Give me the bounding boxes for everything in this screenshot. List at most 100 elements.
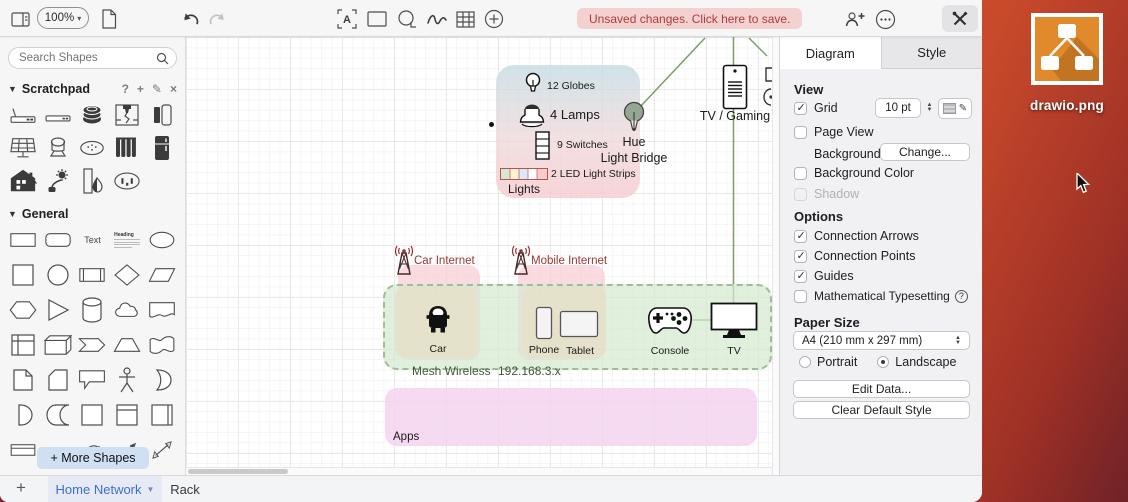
- shape-callout[interactable]: [75, 367, 110, 393]
- shape-card[interactable]: [41, 367, 76, 393]
- add-page-button[interactable]: +: [16, 478, 26, 498]
- shape-disk-stack[interactable]: [75, 102, 110, 128]
- share-person-add-icon[interactable]: [844, 8, 866, 30]
- scratchpad-add-icon[interactable]: +: [137, 83, 144, 95]
- shape-and[interactable]: [6, 402, 41, 428]
- shape-internal-storage[interactable]: [6, 332, 41, 358]
- shape-search-box[interactable]: [8, 47, 177, 69]
- landscape-radio[interactable]: [877, 356, 890, 368]
- shape-cube[interactable]: [41, 332, 76, 358]
- rectangle-tool-icon[interactable]: [366, 8, 388, 30]
- general-section-header[interactable]: ▼ General: [8, 207, 177, 221]
- shape-hexagon[interactable]: [6, 297, 41, 323]
- tab-diagram[interactable]: Diagram: [780, 37, 882, 69]
- apps-zone[interactable]: Apps: [385, 388, 757, 446]
- grid-size-stepper[interactable]: ▲ ▼: [924, 98, 935, 118]
- shape-plain-square[interactable]: [75, 402, 110, 428]
- page-view-checkbox[interactable]: [794, 125, 807, 139]
- car-node[interactable]: [424, 303, 452, 335]
- grid-color-button[interactable]: ✎: [938, 98, 972, 119]
- shape-data-storage[interactable]: [41, 402, 76, 428]
- mobile-internet-node[interactable]: [511, 245, 531, 275]
- more-shapes-button[interactable]: + More Shapes: [37, 447, 149, 469]
- tv-node[interactable]: [710, 302, 758, 340]
- table-tool-icon[interactable]: [454, 8, 476, 30]
- shape-or[interactable]: [144, 367, 179, 393]
- shape-process[interactable]: [75, 262, 110, 288]
- grid-size-input[interactable]: [875, 98, 921, 118]
- shape-cylinder[interactable]: [75, 297, 110, 323]
- freehand-tool-icon[interactable]: [426, 8, 448, 30]
- shape-text[interactable]: Text: [75, 227, 110, 253]
- scratchpad-help-icon[interactable]: ?: [122, 83, 129, 95]
- shape-container[interactable]: [110, 402, 145, 428]
- shape-triangle[interactable]: [41, 297, 76, 323]
- connection-points-checkbox[interactable]: [794, 249, 807, 263]
- shape-fridge[interactable]: [144, 135, 179, 161]
- drawio-file-icon[interactable]: drawio.png: [1022, 13, 1112, 113]
- shape-wall-dimmer[interactable]: [144, 102, 179, 128]
- tab-style[interactable]: Style: [881, 37, 982, 69]
- shape-parallelogram[interactable]: [144, 262, 179, 288]
- scrollbar-handle[interactable]: [188, 469, 288, 474]
- shape-horizontal-container[interactable]: [6, 437, 41, 463]
- page-tab-home-network[interactable]: Home Network ▼: [48, 476, 162, 502]
- shape-textbox[interactable]: Heading: [110, 227, 145, 253]
- shape-power-outlet[interactable]: [110, 168, 145, 194]
- guides-checkbox[interactable]: [794, 269, 807, 283]
- math-typesetting-checkbox[interactable]: [794, 289, 807, 303]
- phone-node[interactable]: [535, 306, 553, 340]
- tablet-node[interactable]: [559, 310, 599, 338]
- scratchpad-close-icon[interactable]: ×: [170, 83, 177, 95]
- redo-icon[interactable]: [207, 8, 229, 30]
- shape-trapezoid[interactable]: [110, 332, 145, 358]
- undo-icon[interactable]: [179, 8, 201, 30]
- change-background-button[interactable]: Change...: [880, 143, 970, 161]
- zoom-level-dropdown[interactable]: 100% ▾: [37, 7, 89, 29]
- shape-smoke-detector[interactable]: [75, 135, 110, 161]
- shadow-checkbox[interactable]: [794, 187, 807, 201]
- connection-arrows-checkbox[interactable]: [794, 229, 807, 243]
- shape-door-leak-sensor[interactable]: [75, 168, 110, 194]
- add-shape-icon[interactable]: [483, 8, 505, 30]
- portrait-radio[interactable]: [799, 356, 811, 368]
- scratchpad-edit-icon[interactable]: ✎: [152, 83, 162, 95]
- shape-rounded-rectangle[interactable]: [41, 227, 76, 253]
- edit-data-button[interactable]: Edit Data...: [793, 380, 970, 398]
- help-icon[interactable]: ?: [954, 289, 968, 303]
- canvas-horizontal-scrollbar[interactable]: [186, 467, 772, 475]
- extension-tools-button[interactable]: [942, 5, 978, 32]
- tv-gaming-node[interactable]: [722, 64, 748, 110]
- shape-square[interactable]: [6, 262, 41, 288]
- shape-radiator[interactable]: [110, 135, 145, 161]
- car-internet-node[interactable]: [394, 245, 414, 275]
- grid-checkbox[interactable]: [794, 101, 807, 115]
- shape-switch[interactable]: [41, 102, 76, 128]
- shape-solar-panel[interactable]: [6, 135, 41, 161]
- stray-point-node[interactable]: [489, 122, 494, 127]
- page-icon[interactable]: [98, 8, 120, 30]
- shape-step[interactable]: [75, 332, 110, 358]
- console-node[interactable]: [647, 304, 693, 337]
- shape-ellipse[interactable]: [144, 227, 179, 253]
- page-tab-rack[interactable]: Rack: [162, 476, 208, 502]
- shape-vertical-container[interactable]: [144, 402, 179, 428]
- canvas-vertical-scrollbar[interactable]: [772, 37, 779, 475]
- shape-smart-home[interactable]: [6, 168, 41, 194]
- paper-size-select[interactable]: A4 (210 mm x 297 mm) ▲ ▼: [793, 331, 970, 350]
- shape-plant-sensor[interactable]: [41, 168, 76, 194]
- shape-circle[interactable]: [41, 262, 76, 288]
- scratchpad-section-header[interactable]: ▼ Scratchpad ? + ✎ ×: [8, 82, 177, 96]
- shape-rectangle[interactable]: [6, 227, 41, 253]
- more-options-icon[interactable]: [874, 8, 896, 30]
- shape-pedestal-lamp[interactable]: [41, 135, 76, 161]
- background-color-checkbox[interactable]: [794, 166, 807, 180]
- shape-cloud[interactable]: [110, 297, 145, 323]
- search-input[interactable]: [19, 48, 159, 68]
- diagram-canvas[interactable]: 12 Globes 4 Lamps 9 Switches 2 LED Light…: [186, 37, 779, 475]
- shape-printer-3d[interactable]: [110, 102, 145, 128]
- lights-group-node[interactable]: 12 Globes 4 Lamps 9 Switches 2 LED Light…: [496, 65, 640, 198]
- shape-tape[interactable]: [144, 332, 179, 358]
- clear-default-style-button[interactable]: Clear Default Style: [793, 401, 970, 419]
- shape-bidirectional-connector[interactable]: [144, 437, 179, 463]
